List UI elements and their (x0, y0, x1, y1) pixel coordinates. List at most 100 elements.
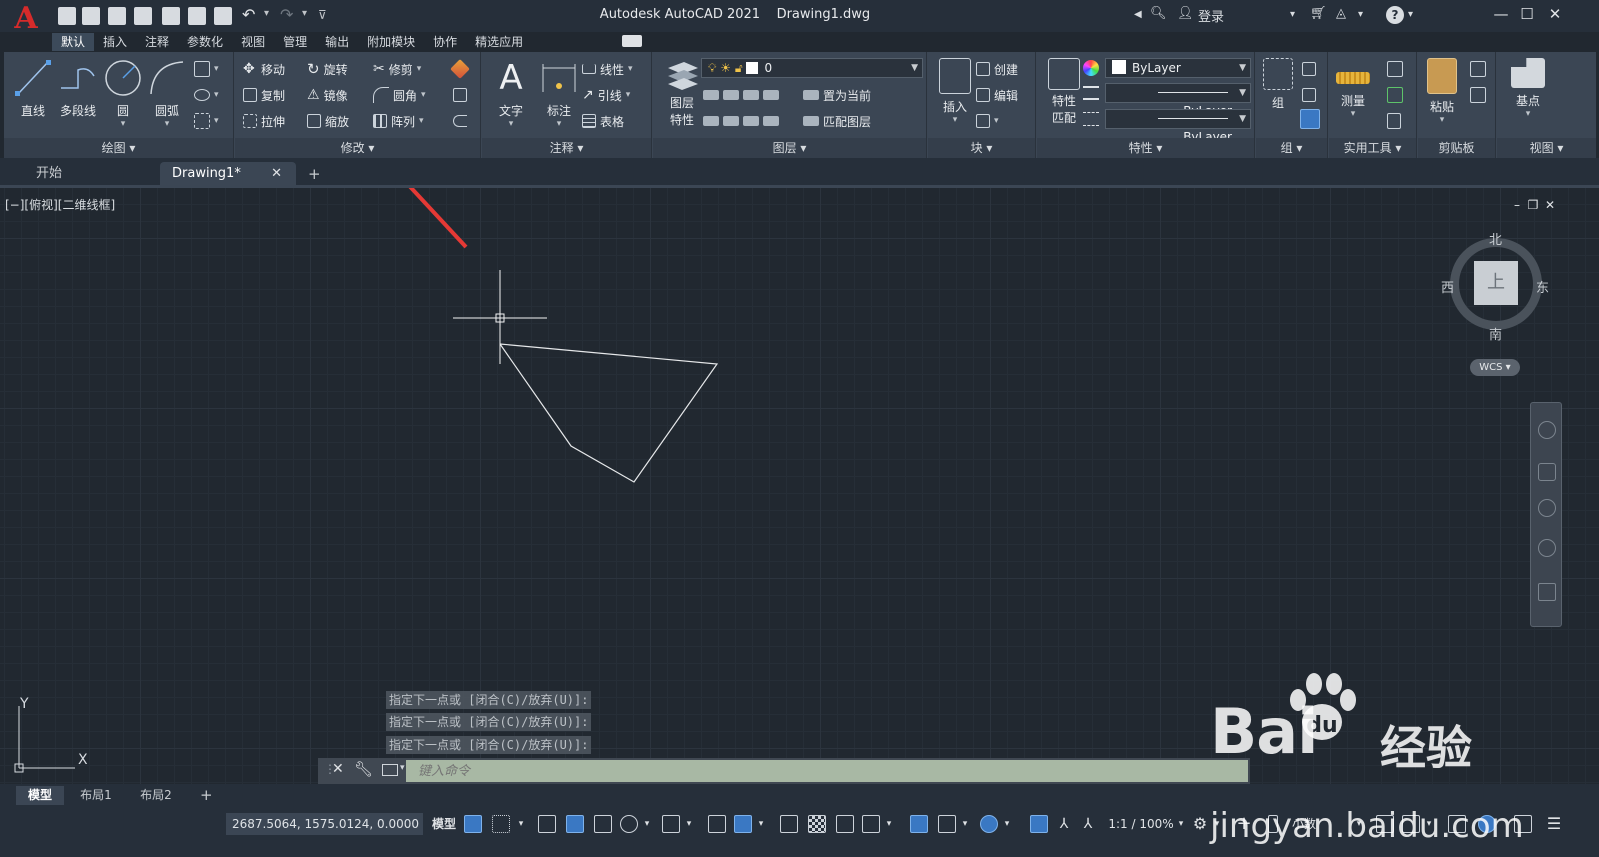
color-wheel-icon[interactable] (1083, 60, 1099, 76)
grid-toggle-icon[interactable] (464, 815, 482, 833)
trim-button[interactable]: ✂ 修剪 ▾ (373, 58, 421, 80)
gizmo-icon[interactable] (980, 815, 998, 833)
compass-south[interactable]: 南 (1489, 324, 1502, 343)
compass-north[interactable]: 北 (1489, 229, 1502, 248)
3d-osnap-dropdown-icon[interactable]: ▾ (884, 813, 894, 835)
tab-start[interactable]: 开始 (24, 162, 156, 186)
match-layer-button[interactable]: 匹配图层 (803, 110, 871, 132)
select-all-button[interactable] (1387, 84, 1403, 106)
layer-thaw-icon[interactable] (743, 116, 759, 126)
orbit-icon[interactable] (1538, 539, 1556, 557)
rotate-button[interactable]: ↻ 旋转 (307, 58, 348, 80)
table-button[interactable]: 表格 (582, 110, 624, 132)
leader-button[interactable]: ↗ 引线 ▾ (582, 84, 630, 106)
linear-dimension-button[interactable]: 线性 ▾ (582, 58, 633, 80)
text-button[interactable]: A 文字 ▾ (484, 58, 538, 129)
close-command-icon[interactable]: ✕ (332, 761, 344, 777)
viewcube-top-face[interactable]: 上 (1474, 261, 1518, 305)
set-current-button[interactable]: 置为当前 (803, 84, 871, 106)
tab-drawing1[interactable]: Drawing1* ✕ (160, 162, 296, 186)
explode-button[interactable] (453, 84, 467, 106)
group-select-button[interactable] (1300, 108, 1320, 130)
sign-in-dropdown-icon[interactable]: ▾ (1290, 9, 1295, 20)
tab-collaborate[interactable]: 协作 (424, 33, 466, 51)
tab-parametric[interactable]: 参数化 (178, 33, 232, 51)
dynamic-ucs-icon[interactable] (910, 815, 928, 833)
linetype-dropdown[interactable]: ByLayer▼ (1105, 83, 1251, 118)
tab-manage[interactable]: 管理 (274, 33, 316, 51)
object-snap-tracking-icon[interactable] (708, 815, 726, 833)
auto-scale-icon[interactable]: ⅄ (1054, 813, 1074, 835)
recent-commands-dropdown-icon[interactable]: ▾ (400, 763, 405, 773)
tab-output[interactable]: 输出 (316, 33, 358, 51)
selection-cycling-icon[interactable] (836, 815, 854, 833)
pan-icon[interactable] (1538, 463, 1556, 481)
infer-constraints-icon[interactable] (538, 815, 556, 833)
ungroup-button[interactable] (1302, 58, 1316, 80)
showmotion-icon[interactable] (1538, 583, 1556, 601)
erase-button[interactable] (450, 58, 470, 80)
settings-gear-icon[interactable]: ⚙ (1190, 813, 1210, 835)
layer-lock-icon[interactable] (763, 90, 779, 100)
view-panel-footer[interactable]: 视图 ▾ (1497, 138, 1596, 158)
close-tab-icon[interactable]: ✕ (271, 162, 282, 186)
tab-featured-apps[interactable]: 精选应用 (466, 33, 532, 51)
ribbon-minimize-icon[interactable] (622, 35, 642, 47)
tab-insert[interactable]: 插入 (94, 33, 136, 51)
scale-dropdown-icon[interactable]: ▾ (1176, 813, 1186, 835)
selection-filter-icon[interactable] (938, 815, 956, 833)
mirror-button[interactable]: ⚠ 镜像 (307, 84, 348, 106)
paste-button[interactable]: 粘贴 ▾ (1420, 58, 1464, 125)
group-button[interactable]: 组 (1256, 58, 1300, 111)
layers-panel-footer[interactable]: 图层 ▾ (653, 138, 926, 158)
annotation-visibility-icon[interactable] (1030, 815, 1048, 833)
help-dropdown-icon[interactable]: ▾ (1408, 9, 1413, 20)
zoom-extents-icon[interactable] (1538, 499, 1556, 517)
user-icon[interactable]: 👤︎ (1177, 6, 1194, 21)
quick-select-button[interactable] (1387, 58, 1403, 80)
maximize-button[interactable]: ☐ (1518, 5, 1536, 23)
rectangle-button[interactable]: ▾ (194, 58, 219, 80)
base-view-button[interactable]: 基点 ▾ (1503, 58, 1553, 119)
calculator-button[interactable] (1387, 110, 1401, 132)
ellipse-button[interactable]: ▾ (194, 84, 219, 106)
wcs-menu[interactable]: WCS ▾ (1470, 359, 1520, 376)
offset-button[interactable] (453, 110, 467, 132)
tab-home[interactable]: 默认 (52, 33, 95, 51)
object-snap-icon[interactable] (734, 815, 752, 833)
sign-in-link[interactable]: 登录 (1198, 6, 1224, 25)
compass-east[interactable]: 东 (1536, 277, 1549, 296)
block-panel-footer[interactable]: 块 ▾ (928, 138, 1035, 158)
model-space-button[interactable]: 模型 (428, 813, 460, 835)
modify-panel-footer[interactable]: 修改 ▾ (235, 138, 480, 158)
isodraft-icon[interactable] (662, 815, 680, 833)
annotation-panel-footer[interactable]: 注释 ▾ (482, 138, 651, 158)
filter-dropdown-icon[interactable]: ▾ (960, 813, 970, 835)
groups-panel-footer[interactable]: 组 ▾ (1256, 138, 1327, 158)
ortho-icon[interactable] (594, 815, 612, 833)
lineweight-dropdown[interactable]: ByLayer ▼ (1105, 109, 1251, 144)
array-button[interactable]: 阵列 ▾ (373, 110, 424, 132)
color-dropdown[interactable]: ByLayer ▼ (1105, 58, 1251, 78)
layer-on-icon[interactable] (703, 116, 719, 126)
dimension-button[interactable]: 标注 ▾ (532, 58, 586, 129)
cut-button[interactable] (1470, 58, 1486, 80)
tab-annotate[interactable]: 注释 (136, 33, 178, 51)
3d-osnap-icon[interactable] (862, 815, 880, 833)
lineweight-display-icon[interactable] (780, 815, 798, 833)
draw-panel-footer[interactable]: 绘图 ▾ (4, 138, 233, 158)
layer-dropdown[interactable]: 💡︎ ☀ 🔓︎ 0 ▼ (701, 58, 923, 78)
polar-tracking-icon[interactable] (620, 815, 638, 833)
transparency-icon[interactable] (808, 815, 826, 833)
copy-button[interactable]: 复制 (243, 84, 285, 106)
isodraft-dropdown-icon[interactable]: ▾ (684, 813, 694, 835)
layer-isolate-icon[interactable] (723, 90, 739, 100)
polar-dropdown-icon[interactable]: ▾ (642, 813, 652, 835)
arc-button[interactable]: 圆弧 ▾ (140, 58, 194, 129)
tab-model[interactable]: 模型 (16, 786, 64, 805)
autodesk-app-icon[interactable]: ◬ (1336, 6, 1346, 21)
stretch-button[interactable]: 拉伸 (243, 110, 285, 132)
cart-icon[interactable]: 🛒︎ (1310, 6, 1327, 21)
move-button[interactable]: ✥ 移动 (243, 58, 285, 80)
dynamic-input-icon[interactable] (566, 815, 584, 833)
